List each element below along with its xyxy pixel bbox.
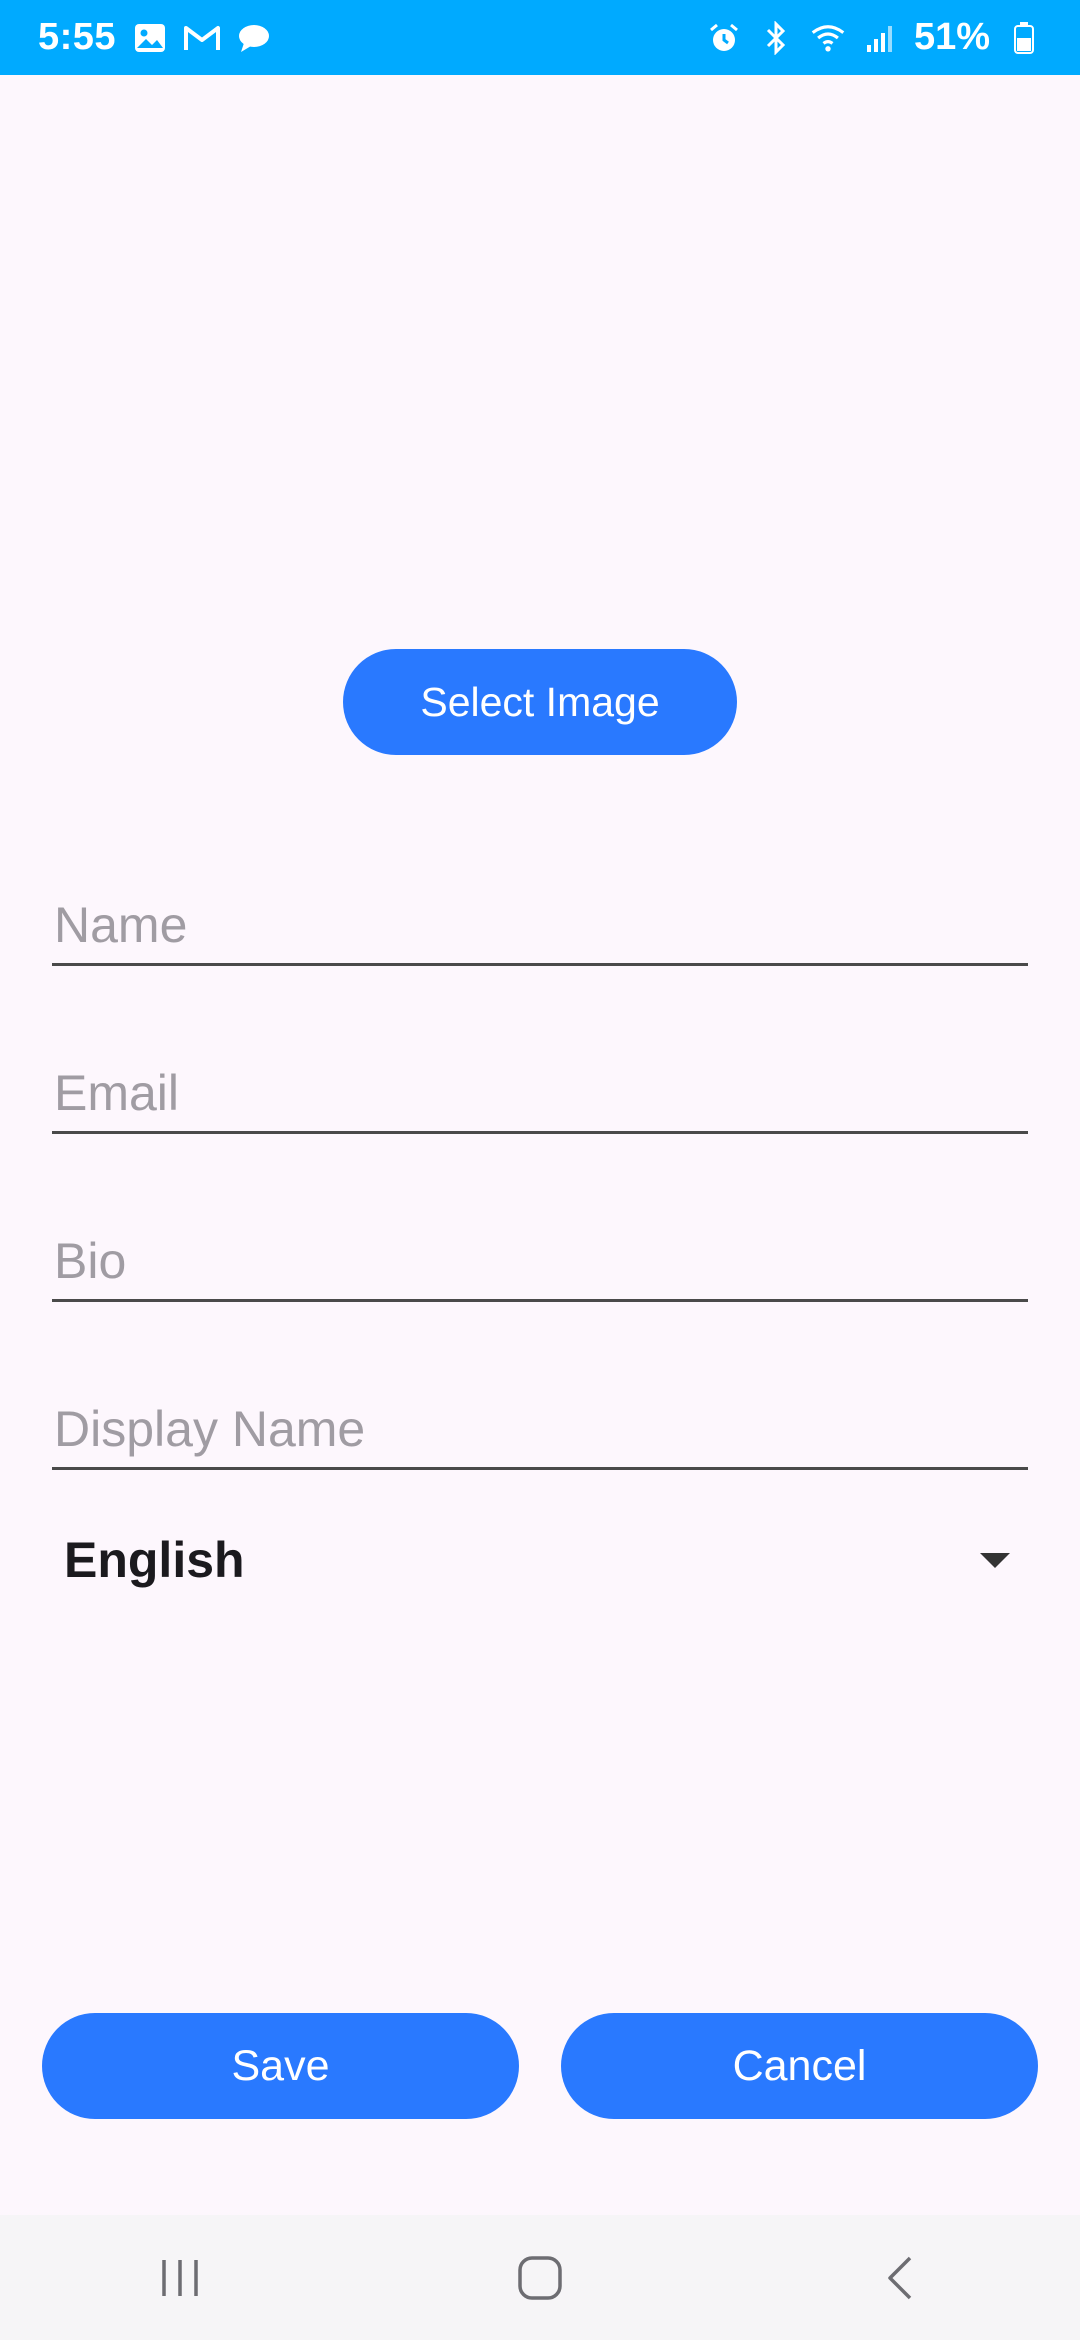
alarm-icon <box>706 20 742 56</box>
battery-percent: 51% <box>913 16 990 58</box>
save-button[interactable]: Save <box>42 2013 519 2119</box>
back-button[interactable] <box>840 2238 960 2318</box>
back-icon <box>888 2256 912 2299</box>
gmail-icon <box>184 20 221 56</box>
signal-icon <box>862 20 898 56</box>
recent-apps-button[interactable] <box>120 2238 240 2318</box>
home-icon <box>518 2255 562 2300</box>
system-nav-bar <box>0 2215 1080 2340</box>
name-field-container <box>52 886 1028 966</box>
recent-apps-icon <box>162 2259 198 2296</box>
battery-icon <box>1006 20 1042 56</box>
dropdown-arrow-icon <box>980 1552 1010 1568</box>
status-bar-left: 5:55 <box>38 16 272 59</box>
status-bar: 5:55 51% <box>0 0 1080 75</box>
wifi-icon <box>810 20 846 56</box>
email-input[interactable] <box>52 1054 1028 1131</box>
display-name-input[interactable] <box>52 1390 1028 1467</box>
bluetooth-icon <box>758 20 794 56</box>
gallery-icon <box>132 20 168 56</box>
status-bar-right: 51% <box>706 16 1042 59</box>
bio-field-container <box>52 1222 1028 1302</box>
bio-input[interactable] <box>52 1222 1028 1299</box>
edit-profile-form: Select Image English Save Cancel <box>0 75 1080 2215</box>
language-selected-value: English <box>64 1532 245 1588</box>
email-field-container <box>52 1054 1028 1134</box>
home-button[interactable] <box>480 2238 600 2318</box>
select-image-button[interactable]: Select Image <box>343 649 737 755</box>
status-time: 5:55 <box>38 16 117 58</box>
language-dropdown[interactable]: English <box>52 1515 1028 1605</box>
name-input[interactable] <box>52 886 1028 963</box>
chat-icon <box>236 20 272 56</box>
display-name-field-container <box>52 1390 1028 1470</box>
cancel-button[interactable]: Cancel <box>561 2013 1038 2119</box>
